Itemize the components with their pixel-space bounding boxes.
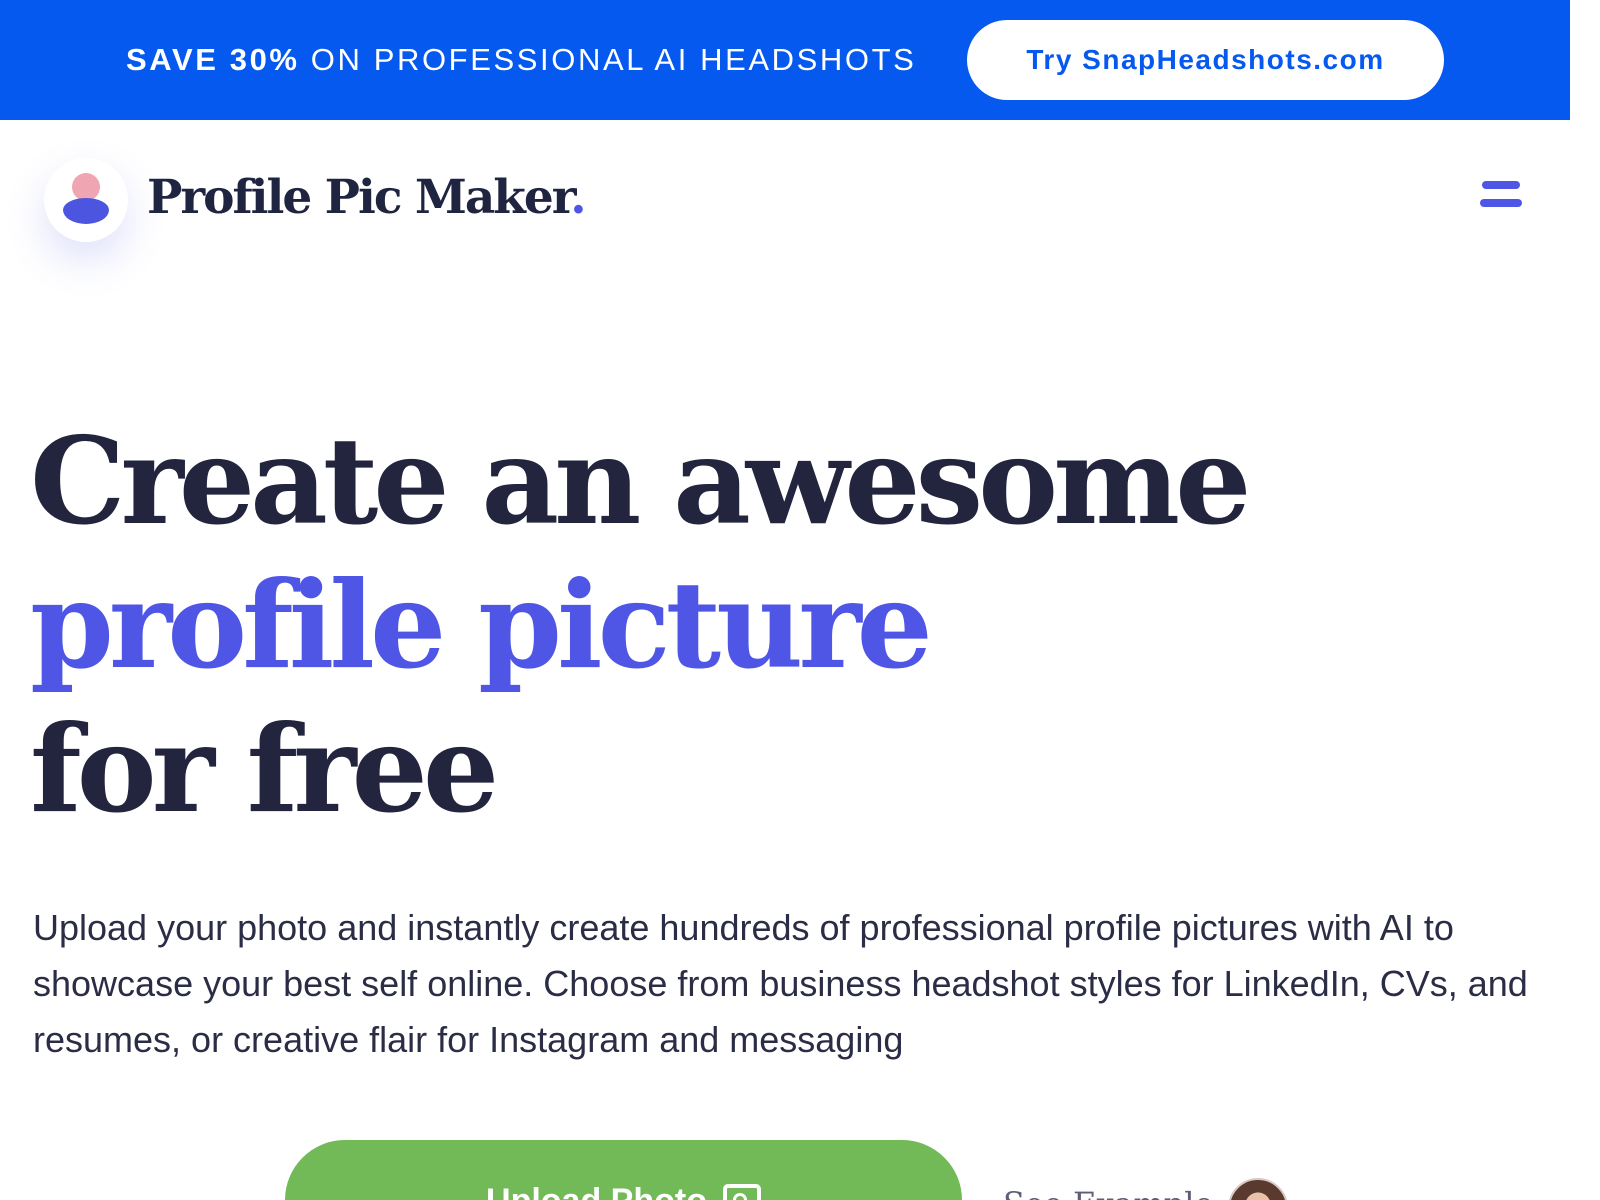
logo-avatar-icon[interactable] <box>44 158 128 242</box>
logo-wordmark[interactable]: Profile Pic Maker. <box>147 168 587 228</box>
menu-bar-bottom <box>1480 199 1522 207</box>
hamburger-menu-icon[interactable] <box>1480 178 1524 214</box>
see-example-link[interactable]: See Example <box>1003 1185 1213 1200</box>
promo-text: SAVE 30% ON PROFESSIONAL AI HEADSHOTS <box>126 40 916 80</box>
example-avatar[interactable] <box>1228 1178 1288 1200</box>
upload-photo-label: Upload Photo <box>486 1182 707 1200</box>
logo-body-shape <box>63 198 109 224</box>
upload-photo-button[interactable]: Upload Photo <box>285 1140 962 1200</box>
page: SAVE 30% ON PROFESSIONAL AI HEADSHOTS Tr… <box>0 0 1570 1200</box>
promo-message: ON PROFESSIONAL AI HEADSHOTS <box>299 42 917 77</box>
hero-title: Create an awesome profile picture for fr… <box>30 410 1251 842</box>
image-icon <box>722 1184 761 1200</box>
try-snapheadshots-button[interactable]: Try SnapHeadshots.com <box>967 20 1444 100</box>
logo-dot: . <box>570 170 586 225</box>
hero-title-line-3: for free <box>30 699 499 840</box>
hero-title-line-1: Create an awesome <box>30 411 1251 552</box>
logo-name: Profile Pic Maker <box>147 170 572 225</box>
menu-bar-top <box>1482 181 1520 189</box>
promo-highlight: SAVE 30% <box>126 42 300 77</box>
logo-head-shape <box>72 173 100 201</box>
promo-banner: SAVE 30% ON PROFESSIONAL AI HEADSHOTS Tr… <box>0 0 1570 120</box>
hero-description: Upload your photo and instantly create h… <box>33 907 1528 1060</box>
hero-title-line-2: profile picture <box>30 555 933 696</box>
